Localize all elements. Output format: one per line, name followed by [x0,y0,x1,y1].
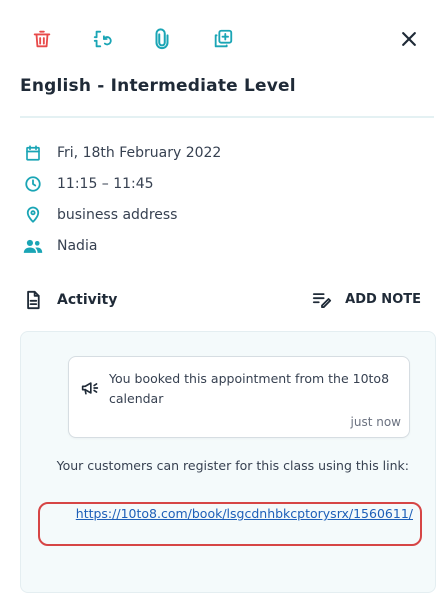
activity-feed: You booked this appointment from the 10t… [20,331,436,593]
activity-message-card: You booked this appointment from the 10t… [68,356,410,438]
close-icon [399,29,419,49]
location-pin-icon [22,204,44,226]
reschedule-icon [92,28,114,50]
reschedule-button[interactable] [88,24,118,54]
edit-note-icon [311,288,333,310]
megaphone-icon [79,377,101,399]
attach-button[interactable] [147,24,177,54]
divider [20,116,434,118]
appointment-date: Fri, 18th February 2022 [57,145,222,161]
staff-row: Nadia [22,235,97,257]
people-icon [22,235,44,257]
activity-header: Activity [22,289,117,311]
appointment-location: business address [57,207,178,223]
register-note: Your customers can register for this cla… [56,458,409,473]
activity-message-time: just now [350,415,401,429]
appointment-title: English - Intermediate Level [20,76,296,96]
close-button[interactable] [394,24,424,54]
attachment-icon [151,28,173,50]
time-row: 11:15 – 11:45 [22,173,154,195]
duplicate-icon [212,28,234,50]
register-link[interactable]: https://10to8.com/book/lsgcdnhbkcptorysr… [47,502,413,524]
duplicate-button[interactable] [208,24,238,54]
appointment-staff: Nadia [57,238,98,254]
activity-message-text: You booked this appointment from the 10t… [109,371,390,406]
date-row: Fri, 18th February 2022 [22,142,221,164]
location-row: business address [22,204,177,226]
document-icon [22,289,44,311]
toolbar [0,0,439,72]
appointment-time: 11:15 – 11:45 [57,176,154,192]
clock-icon [22,173,44,195]
add-note-label: ADD NOTE [345,291,421,307]
trash-icon [31,28,53,50]
add-note-button[interactable]: ADD NOTE [311,288,421,310]
calendar-icon [22,142,44,164]
delete-button[interactable] [27,24,57,54]
activity-label: Activity [57,292,118,308]
